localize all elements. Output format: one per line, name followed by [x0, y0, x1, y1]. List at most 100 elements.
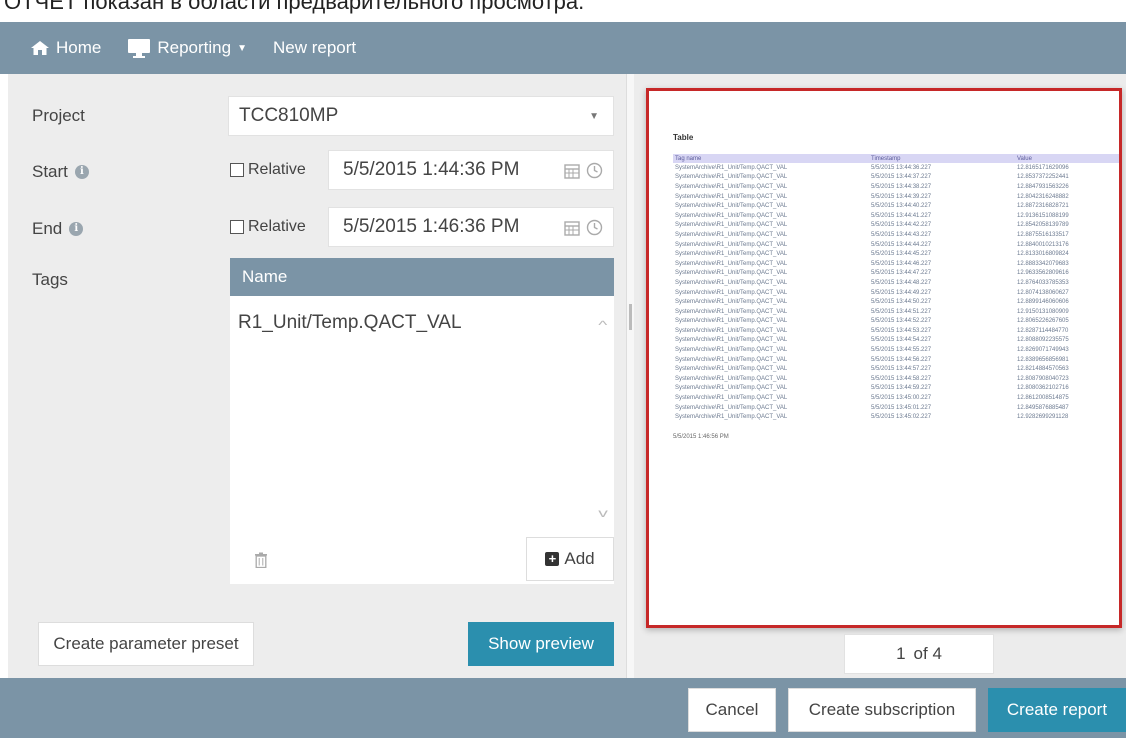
table-cell: SystemArchive\R1_Unit/Temp.QACT_VAL	[675, 366, 788, 373]
table-cell: 12.8847931563226	[1017, 183, 1069, 190]
clock-icon[interactable]	[586, 219, 603, 236]
page-total: of 4	[913, 644, 942, 663]
page-caption: ОТЧЕТ показан в области предварительного…	[4, 0, 585, 14]
end-label: End i	[32, 219, 84, 239]
checkbox-box[interactable]	[230, 220, 244, 234]
table-row: SystemArchive\R1_Unit/Temp.QACT_VAL 5/5/2…	[673, 355, 1119, 365]
tags-column-header: Name	[230, 258, 614, 296]
table-cell: 5/5/2015 13:44:53.227	[871, 327, 932, 334]
show-preview-button[interactable]: Show preview	[468, 622, 614, 666]
table-cell: 5/5/2015 13:44:43.227	[871, 231, 932, 238]
table-cell: 12.8287114484770	[1017, 327, 1069, 334]
table-cell: 5/5/2015 13:44:50.227	[871, 299, 932, 306]
preview-table: Tag name Timestamp Value SystemArchive\R…	[673, 154, 1119, 422]
table-cell: 5/5/2015 13:44:56.227	[871, 356, 932, 363]
table-cell: 5/5/2015 13:44:39.227	[871, 193, 932, 200]
table-cell: 12.8065226267605	[1017, 318, 1069, 325]
nav-new-report-label: New report	[272, 38, 357, 57]
table-row: SystemArchive\R1_Unit/Temp.QACT_VAL 5/5/2…	[673, 163, 1119, 173]
table-cell: 12.8080362102716	[1017, 385, 1069, 392]
table-row: SystemArchive\R1_Unit/Temp.QACT_VAL 5/5/2…	[673, 278, 1119, 288]
table-cell: 5/5/2015 13:44:37.227	[871, 174, 932, 181]
table-cell: 5/5/2015 13:44:47.227	[871, 270, 932, 277]
panel-splitter[interactable]	[626, 74, 634, 678]
nav-home-label: Home	[56, 38, 102, 57]
start-relative-checkbox[interactable]: Relative	[230, 161, 306, 179]
tags-list[interactable]: Name R1_Unit/Temp.QACT_VAL ^ v	[230, 258, 614, 584]
home-icon	[31, 41, 49, 55]
project-select-value: TCC810MP	[239, 105, 339, 126]
list-item[interactable]: R1_Unit/Temp.QACT_VAL	[230, 296, 614, 334]
scroll-down-icon[interactable]: v	[598, 506, 608, 520]
table-cell: SystemArchive\R1_Unit/Temp.QACT_VAL	[675, 327, 788, 334]
bottom-action-bar: Cancel Create subscription Create report	[0, 678, 1126, 738]
table-cell: 5/5/2015 13:45:01.227	[871, 404, 932, 411]
nav-new-report[interactable]: New report	[273, 38, 356, 58]
nav-home[interactable]: Home	[30, 38, 101, 58]
table-cell: 12.8872316828721	[1017, 203, 1069, 210]
table-cell: 5/5/2015 13:44:48.227	[871, 279, 932, 286]
table-cell: 12.8042316248882	[1017, 193, 1069, 200]
end-relative-checkbox[interactable]: Relative	[230, 218, 306, 236]
table-cell: 12.8840010213176	[1017, 241, 1069, 248]
preview-table-header: Tag name Timestamp Value	[673, 154, 1119, 163]
table-cell: 12.9282699291128	[1017, 414, 1069, 421]
page-number[interactable]: 1	[896, 644, 905, 664]
table-cell: 5/5/2015 13:44:45.227	[871, 251, 932, 258]
table-cell: 12.8883342079683	[1017, 260, 1069, 267]
scroll-up-icon[interactable]: ^	[599, 318, 608, 332]
end-date-input[interactable]: 5/5/2015 1:46:36 PM	[328, 207, 614, 247]
trash-icon[interactable]	[254, 552, 268, 568]
table-row: SystemArchive\R1_Unit/Temp.QACT_VAL 5/5/2…	[673, 317, 1119, 327]
chevron-down-icon: ▼	[589, 111, 599, 122]
table-cell: SystemArchive\R1_Unit/Temp.QACT_VAL	[675, 270, 788, 277]
project-select[interactable]: TCC810MP ▼	[228, 96, 614, 136]
table-cell: 5/5/2015 13:44:55.227	[871, 347, 932, 354]
table-row: SystemArchive\R1_Unit/Temp.QACT_VAL 5/5/2…	[673, 221, 1119, 231]
table-row: SystemArchive\R1_Unit/Temp.QACT_VAL 5/5/2…	[673, 230, 1119, 240]
calendar-icon[interactable]	[564, 220, 580, 236]
table-cell: 5/5/2015 13:44:58.227	[871, 375, 932, 382]
start-date-value: 5/5/2015 1:44:36 PM	[343, 159, 520, 180]
info-icon[interactable]: i	[69, 222, 84, 236]
clock-icon[interactable]	[586, 162, 603, 179]
table-cell: SystemArchive\R1_Unit/Temp.QACT_VAL	[675, 299, 788, 306]
table-row: SystemArchive\R1_Unit/Temp.QACT_VAL 5/5/2…	[673, 412, 1119, 422]
table-cell: SystemArchive\R1_Unit/Temp.QACT_VAL	[675, 222, 788, 229]
table-row: SystemArchive\R1_Unit/Temp.QACT_VAL 5/5/2…	[673, 345, 1119, 355]
table-row: SystemArchive\R1_Unit/Temp.QACT_VAL 5/5/2…	[673, 384, 1119, 394]
table-row: SystemArchive\R1_Unit/Temp.QACT_VAL 5/5/2…	[673, 269, 1119, 279]
create-subscription-button[interactable]: Create subscription	[788, 688, 976, 732]
table-row: SystemArchive\R1_Unit/Temp.QACT_VAL 5/5/2…	[673, 249, 1119, 259]
nav-reporting[interactable]: Reporting ▼	[127, 38, 247, 58]
add-tag-button[interactable]: + Add	[526, 537, 614, 581]
table-row: SystemArchive\R1_Unit/Temp.QACT_VAL 5/5/2…	[673, 211, 1119, 221]
table-cell: 12.8875516133517	[1017, 231, 1069, 238]
start-date-input[interactable]: 5/5/2015 1:44:36 PM	[328, 150, 614, 190]
table-cell: 12.8269071749943	[1017, 347, 1069, 354]
create-report-button[interactable]: Create report	[988, 688, 1126, 732]
table-cell: SystemArchive\R1_Unit/Temp.QACT_VAL	[675, 174, 788, 181]
table-cell: 5/5/2015 13:44:51.227	[871, 308, 932, 315]
table-cell: 12.8088092235575	[1017, 337, 1069, 344]
table-cell: SystemArchive\R1_Unit/Temp.QACT_VAL	[675, 203, 788, 210]
table-cell: SystemArchive\R1_Unit/Temp.QACT_VAL	[675, 395, 788, 402]
table-cell: 5/5/2015 13:44:49.227	[871, 289, 932, 296]
table-cell: 12.8764033785353	[1017, 279, 1069, 286]
splitter-handle[interactable]	[629, 304, 632, 330]
table-row: SystemArchive\R1_Unit/Temp.QACT_VAL 5/5/2…	[673, 326, 1119, 336]
table-cell: SystemArchive\R1_Unit/Temp.QACT_VAL	[675, 164, 788, 171]
column-header: Tag name	[673, 154, 869, 163]
table-cell: SystemArchive\R1_Unit/Temp.QACT_VAL	[675, 308, 788, 315]
report-parameters-panel: Project TCC810MP ▼ Start i Relative 5/5/…	[8, 74, 626, 678]
calendar-icon[interactable]	[564, 163, 580, 179]
table-cell: 12.8495876885487	[1017, 404, 1069, 411]
table-cell: SystemArchive\R1_Unit/Temp.QACT_VAL	[675, 289, 788, 296]
info-icon[interactable]: i	[74, 165, 89, 179]
checkbox-box[interactable]	[230, 163, 244, 177]
table-cell: SystemArchive\R1_Unit/Temp.QACT_VAL	[675, 347, 788, 354]
create-parameter-preset-button[interactable]: Create parameter preset	[38, 622, 254, 666]
tags-label: Tags	[32, 270, 68, 289]
table-cell: 5/5/2015 13:44:36.227	[871, 164, 932, 171]
cancel-button[interactable]: Cancel	[688, 688, 776, 732]
